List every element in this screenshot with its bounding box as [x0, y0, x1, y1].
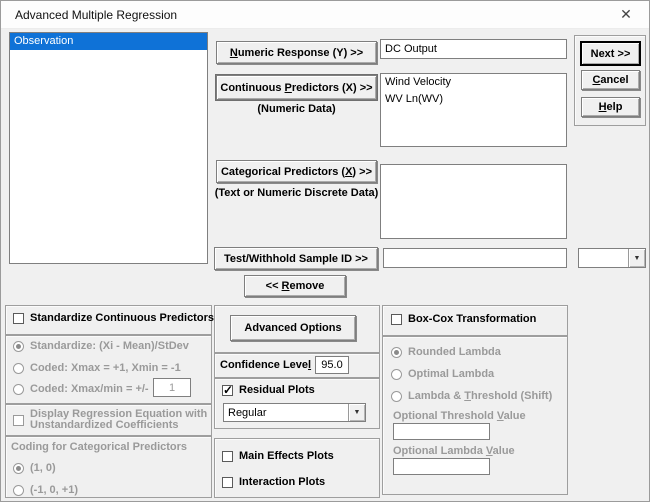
remove-button[interactable]: << Remove: [244, 275, 346, 297]
categorical-post: ) >>: [352, 165, 372, 178]
rounded-lambda-label: Rounded Lambda: [408, 346, 501, 358]
numeric-response-label: umeric Response (Y) >>: [237, 46, 364, 59]
title-bar: Advanced Multiple Regression ✕: [1, 1, 649, 29]
numeric-response-button[interactable]: Numeric Response (Y) >>: [216, 41, 377, 64]
categorical-note: (Text or Numeric Discrete Data): [214, 187, 379, 199]
radio-row-standardize-stdev[interactable]: Standardize: (Xi - Mean)/StDev: [13, 340, 189, 352]
dropdown-arrow-icon[interactable]: [348, 404, 365, 421]
interaction-plots-checkbox[interactable]: [222, 476, 233, 488]
rounded-lambda-radio[interactable]: [391, 346, 402, 358]
residual-plots-label: Residual Plots: [239, 384, 315, 396]
main-effects-checkbox[interactable]: [222, 450, 233, 462]
boxcox-label: Box-Cox Transformation: [408, 313, 537, 325]
radio-row-coded-custom[interactable]: Coded: Xmax/min = +/-: [13, 383, 149, 395]
optional-lambda-field[interactable]: [393, 458, 490, 475]
residual-plots-combobox[interactable]: Regular: [223, 403, 366, 422]
coded-custom-value-field[interactable]: [153, 378, 191, 397]
advanced-options-label: Advanced Options: [244, 322, 342, 334]
coding-neg1-0-1-label: (-1, 0, +1): [30, 484, 78, 496]
display-equation-checkbox[interactable]: [13, 414, 24, 426]
residual-plots-combo-value: Regular: [228, 406, 267, 419]
radio-row-lambda-threshold[interactable]: Lambda & Threshold (Shift): [391, 390, 552, 402]
radio-row-rounded-lambda[interactable]: Rounded Lambda: [391, 346, 501, 358]
effects-plots-groupbox: [214, 438, 380, 498]
standardize-stdev-label: Standardize: (Xi - Mean)/StDev: [30, 340, 189, 352]
main-effects-label: Main Effects Plots: [239, 450, 334, 462]
remove-post: emove: [289, 280, 325, 292]
main-effects-checkbox-row[interactable]: Main Effects Plots: [222, 450, 334, 462]
numeric-response-field[interactable]: [380, 39, 567, 59]
test-withhold-field[interactable]: [383, 248, 567, 268]
test-withhold-label: Test/Withhold Sample ID >>: [224, 252, 368, 265]
coded-custom-radio[interactable]: [13, 383, 24, 395]
help-button[interactable]: Help: [581, 97, 640, 117]
coded-plus-minus-1-radio[interactable]: [13, 362, 24, 374]
display-equation-label: Display Regression Equation with Unstand…: [30, 408, 208, 431]
continuous-key: P: [284, 81, 292, 94]
interaction-plots-checkbox-row[interactable]: Interaction Plots: [222, 476, 325, 488]
advanced-multiple-regression-dialog: Advanced Multiple Regression ✕ Observati…: [0, 0, 650, 502]
help-key: H: [598, 101, 607, 113]
optional-threshold-field[interactable]: [393, 423, 490, 440]
continuous-predictors-listbox[interactable]: Wind Velocity WV Ln(WV): [380, 73, 567, 147]
continuous-pre: Continuous: [220, 81, 285, 94]
lambda-threshold-label: Lambda & Threshold (Shift): [408, 390, 553, 402]
cancel-post: ancel: [600, 74, 629, 86]
optimal-lambda-radio[interactable]: [391, 368, 402, 380]
numeric-response-key: N: [229, 46, 238, 59]
radio-row-coding-neg1-0-1[interactable]: (-1, 0, +1): [13, 484, 78, 496]
remove-pre: <<: [265, 280, 282, 292]
variable-listbox[interactable]: Observation: [9, 32, 208, 264]
optimal-lambda-label: Optimal Lambda: [408, 368, 495, 380]
list-item-observation[interactable]: Observation: [10, 33, 207, 50]
radio-row-optimal-lambda[interactable]: Optimal Lambda: [391, 368, 494, 380]
boxcox-checkbox-row[interactable]: Box-Cox Transformation: [391, 313, 536, 325]
close-icon[interactable]: ✕: [613, 6, 639, 23]
continuous-predictors-button[interactable]: Continuous Predictors (X) >>: [216, 75, 377, 100]
test-withhold-button[interactable]: Test/Withhold Sample ID >>: [214, 247, 378, 270]
dropdown-arrow-icon[interactable]: [628, 249, 645, 267]
help-post: elp: [606, 101, 623, 113]
lambda-threshold-radio[interactable]: [391, 390, 402, 402]
coded-custom-label: Coded: Xmax/min = +/-: [30, 383, 149, 395]
residual-plots-checkbox[interactable]: [222, 383, 233, 397]
list-item-wv-ln-wv[interactable]: WV Ln(WV): [381, 91, 566, 108]
standardize-checkbox-row[interactable]: Standardize Continuous Predictors: [13, 312, 214, 324]
standardize-checkbox[interactable]: [13, 312, 24, 324]
boxcox-checkbox[interactable]: [391, 313, 402, 325]
test-withhold-combobox[interactable]: [578, 248, 646, 268]
confidence-level-label: Confidence Level: [220, 359, 312, 371]
coding-1-0-label: (1, 0): [30, 462, 56, 474]
interaction-plots-label: Interaction Plots: [239, 476, 326, 488]
list-item-wind-velocity[interactable]: Wind Velocity: [381, 74, 566, 91]
test-withhold-combo-value: [579, 249, 628, 267]
categorical-predictors-button[interactable]: Categorical Predictors (X) >>: [216, 160, 377, 183]
window-title: Advanced Multiple Regression: [15, 7, 178, 22]
remove-key: R: [281, 280, 290, 292]
optional-threshold-label: Optional Threshold Value: [393, 410, 526, 422]
continuous-post: redictors (X) >>: [291, 81, 373, 94]
categorical-pre: Categorical Predictors (: [220, 165, 346, 178]
coding-title: Coding for Categorical Predictors: [11, 441, 188, 453]
residual-plots-checkbox-row[interactable]: Residual Plots: [222, 383, 315, 397]
radio-row-coding-1-0[interactable]: (1, 0): [13, 462, 56, 474]
coding-neg1-0-1-radio[interactable]: [13, 484, 24, 496]
confidence-level-field[interactable]: [315, 356, 349, 374]
continuous-note: (Numeric Data): [257, 103, 336, 115]
standardize-stdev-radio[interactable]: [13, 340, 24, 352]
cancel-button[interactable]: Cancel: [581, 70, 640, 90]
coded-plus-minus-1-label: Coded: Xmax = +1, Xmin = -1: [30, 362, 181, 374]
coding-1-0-radio[interactable]: [13, 462, 24, 474]
standardize-label: Standardize Continuous Predictors: [30, 312, 214, 324]
radio-row-coded-plus-minus-1[interactable]: Coded: Xmax = +1, Xmin = -1: [13, 362, 181, 374]
advanced-options-button[interactable]: Advanced Options: [230, 315, 356, 341]
categorical-predictors-listbox[interactable]: [380, 164, 567, 239]
next-label: Next >>: [590, 47, 631, 60]
next-button[interactable]: Next >>: [581, 42, 640, 65]
display-equation-checkbox-row[interactable]: Display Regression Equation with Unstand…: [13, 409, 207, 431]
optional-lambda-label: Optional Lambda Value: [393, 445, 515, 457]
